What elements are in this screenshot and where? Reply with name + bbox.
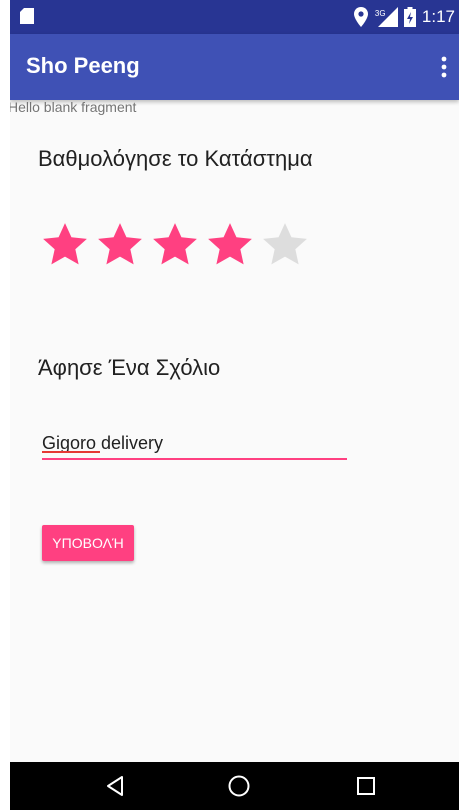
app-screen: 3G 1:17 Sho Peeng Hello blank fragment Β… (10, 0, 459, 810)
comment-heading: Άφησε Ένα Σχόλιο (38, 355, 221, 380)
status-icons: 3G 1:17 (353, 0, 455, 34)
recents-icon[interactable] (354, 774, 378, 798)
star-filled-icon[interactable] (40, 220, 90, 270)
submit-button[interactable]: ΥΠΟΒΟΛΉ (42, 525, 134, 561)
status-time: 1:17 (421, 7, 455, 26)
location-icon (353, 7, 368, 27)
status-bar: 3G 1:17 (10, 0, 459, 34)
overflow-menu-icon[interactable] (441, 55, 447, 79)
app-bar: Sho Peeng (10, 34, 459, 100)
star-empty-icon[interactable] (260, 220, 310, 270)
battery-icon (403, 7, 416, 27)
hello-fragment-text: Hello blank fragment (10, 99, 137, 115)
signal-icon (377, 7, 398, 27)
rating-bar[interactable] (40, 220, 310, 270)
star-filled-icon[interactable] (150, 220, 200, 270)
home-icon[interactable] (227, 774, 251, 798)
back-icon[interactable] (103, 774, 127, 798)
rate-store-heading: Βαθμολόγησε το Κατάστημα (38, 146, 313, 171)
sd-card-icon (20, 8, 34, 24)
signal-indicator: 3G (374, 7, 398, 27)
app-title: Sho Peeng (26, 53, 140, 78)
spellcheck-underline (42, 451, 100, 453)
star-filled-icon[interactable] (205, 220, 255, 270)
star-filled-icon[interactable] (95, 220, 145, 270)
comment-input[interactable] (42, 428, 347, 460)
navigation-bar (10, 762, 459, 810)
